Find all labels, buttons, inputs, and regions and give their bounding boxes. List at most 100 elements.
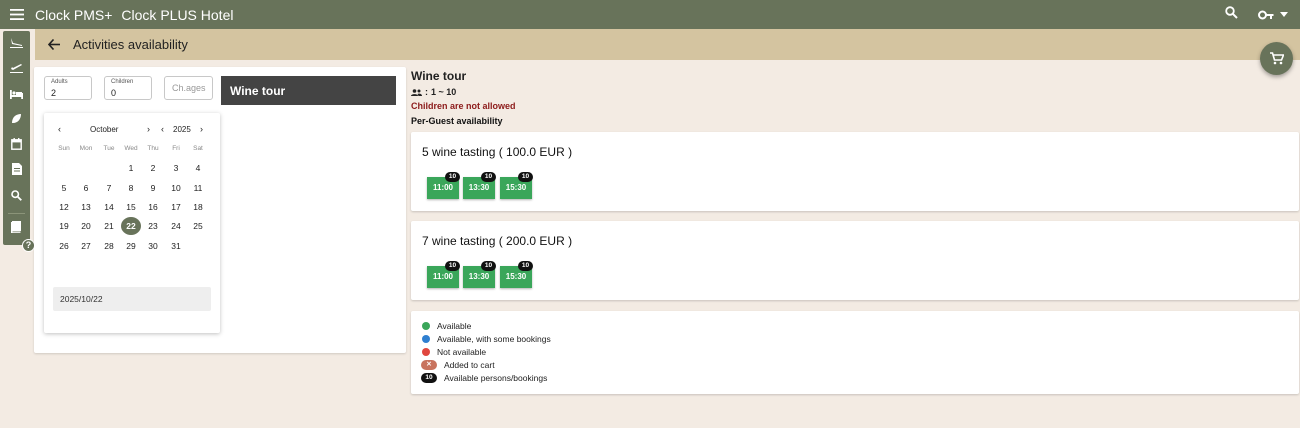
- time-slot-button[interactable]: 13:30 10: [463, 261, 496, 288]
- weekday-label: Wed: [124, 145, 138, 152]
- legend-label: Available, with some bookings: [437, 334, 551, 344]
- calendar-day-selected[interactable]: 22: [121, 217, 141, 235]
- children-field[interactable]: Children 0: [104, 76, 152, 100]
- page-header: Activities availability: [35, 29, 1300, 60]
- calendar-day[interactable]: 20: [76, 217, 96, 235]
- calendar-day[interactable]: 4: [188, 159, 208, 177]
- calendar-day[interactable]: 23: [143, 217, 163, 235]
- flight-takeoff-icon: [10, 60, 23, 78]
- calendar-day[interactable]: 3: [166, 159, 186, 177]
- adults-label: Adults: [51, 79, 68, 85]
- calendar-day[interactable]: 12: [54, 198, 74, 216]
- sidebar-item-calendar[interactable]: [3, 133, 30, 159]
- calendar-day[interactable]: 7: [99, 179, 119, 197]
- back-button[interactable]: [35, 39, 73, 50]
- adults-field[interactable]: Adults 2: [44, 76, 92, 100]
- activity-selector[interactable]: Wine tour: [221, 76, 396, 105]
- hotel-name: Clock PLUS Hotel: [121, 6, 234, 23]
- time-slot-button[interactable]: 11:00 10: [427, 172, 460, 199]
- prev-year-button[interactable]: ‹: [161, 124, 164, 134]
- calendar-day[interactable]: 30: [143, 237, 163, 255]
- calendar-day[interactable]: 18: [188, 198, 208, 216]
- calendar-day[interactable]: 17: [166, 198, 186, 216]
- calendar-day[interactable]: 21: [99, 217, 119, 235]
- prev-month-button[interactable]: ‹: [58, 124, 61, 134]
- calendar-day[interactable]: 15: [121, 198, 141, 216]
- calendar-day[interactable]: 26: [54, 237, 74, 255]
- time-slot-button[interactable]: 15:30 10: [500, 261, 533, 288]
- sidebar-item-wellness[interactable]: [3, 108, 30, 134]
- calendar-day[interactable]: 28: [99, 237, 119, 255]
- sidebar-item-arrivals[interactable]: [3, 31, 30, 57]
- flight-land-icon: [10, 35, 23, 53]
- offer-card: 7 wine tasting ( 200.0 EUR ) 11:00 10 13:…: [411, 221, 1299, 300]
- eco-leaf-icon: [11, 111, 22, 129]
- side-nav: [3, 31, 30, 245]
- calendar-day[interactable]: 19: [54, 217, 74, 235]
- next-year-button[interactable]: ›: [200, 124, 203, 134]
- available-count-badge: 10: [445, 172, 460, 182]
- status-dot: [422, 322, 430, 330]
- selected-date-field[interactable]: 2025/10/22: [53, 287, 211, 311]
- calendar-month[interactable]: October: [90, 125, 118, 134]
- menu-icon[interactable]: [0, 0, 34, 29]
- cart-button[interactable]: [1260, 42, 1293, 75]
- weekday-label: Tue: [103, 145, 115, 152]
- legend-item-available-persons: 10 Available persons/bookings: [421, 372, 547, 384]
- sidebar-item-books[interactable]: [3, 217, 30, 243]
- sidebar-divider: [8, 212, 25, 214]
- calendar-day[interactable]: 13: [76, 198, 96, 216]
- sidebar-item-documents[interactable]: [3, 159, 30, 185]
- calendar-day[interactable]: 25: [188, 217, 208, 235]
- time-slot-button[interactable]: 11:00 10: [427, 261, 460, 288]
- calendar-day[interactable]: 31: [166, 237, 186, 255]
- legend-label: Available: [437, 321, 472, 331]
- status-dot: [422, 335, 430, 343]
- calendar-day[interactable]: 1: [121, 159, 141, 177]
- caret-down-icon[interactable]: [1280, 12, 1288, 17]
- children-label: Children: [111, 79, 134, 85]
- calendar-day[interactable]: 5: [54, 179, 74, 197]
- sidebar-item-search[interactable]: [3, 184, 30, 210]
- calendar-day[interactable]: 14: [99, 198, 119, 216]
- people-icon: [411, 88, 422, 96]
- calendar-day[interactable]: 6: [76, 179, 96, 197]
- search-icon: [11, 188, 22, 206]
- weekday-label: Sat: [193, 145, 203, 152]
- children-ages-field[interactable]: Ch.ages: [164, 76, 213, 100]
- search-icon[interactable]: [1225, 5, 1238, 24]
- book-icon: [11, 220, 22, 238]
- calendar-day[interactable]: 24: [166, 217, 186, 235]
- weekday-label: Fri: [172, 145, 180, 152]
- next-month-button[interactable]: ›: [147, 124, 150, 134]
- calendar-day[interactable]: 11: [188, 179, 208, 197]
- cart-icon: [1269, 52, 1284, 65]
- available-count-badge: 10: [481, 261, 496, 271]
- sidebar-item-departures[interactable]: [3, 57, 30, 83]
- sidebar-item-rooms[interactable]: [3, 82, 30, 108]
- document-icon: [11, 162, 22, 180]
- legend-label: Not available: [437, 347, 487, 357]
- cart-x-icon: ✕: [421, 360, 437, 370]
- calendar-day[interactable]: 27: [76, 237, 96, 255]
- calendar-day[interactable]: 8: [121, 179, 141, 197]
- children-warning: Children are not allowed: [411, 101, 516, 111]
- calendar-day[interactable]: 16: [143, 198, 163, 216]
- date-picker: ‹ October › ‹ 2025 › Sun Mon Tue Wed Thu Fri S…: [44, 113, 220, 333]
- weekday-label: Mon: [79, 145, 93, 152]
- calendar-day[interactable]: 9: [143, 179, 163, 197]
- capacity-info: : 1 ~ 10: [411, 87, 456, 97]
- key-icon[interactable]: [1258, 10, 1288, 20]
- slot-time: 11:00: [432, 272, 454, 281]
- time-slot-button[interactable]: 15:30 10: [500, 172, 533, 199]
- time-slot-button[interactable]: 13:30 10: [463, 172, 496, 199]
- calendar-year[interactable]: 2025: [173, 125, 191, 134]
- activity-title: Wine tour: [411, 69, 467, 83]
- calendar-day[interactable]: 29: [121, 237, 141, 255]
- calendar-day[interactable]: 2: [143, 159, 163, 177]
- legend-item-some-bookings: Available, with some bookings: [421, 333, 551, 345]
- legend-item-added-to-cart: ✕ Added to cart: [421, 359, 495, 371]
- offer-name: 5 wine tasting ( 100.0 EUR ): [422, 145, 573, 159]
- legend-item-not-available: Not available: [421, 346, 486, 358]
- calendar-day[interactable]: 10: [166, 179, 186, 197]
